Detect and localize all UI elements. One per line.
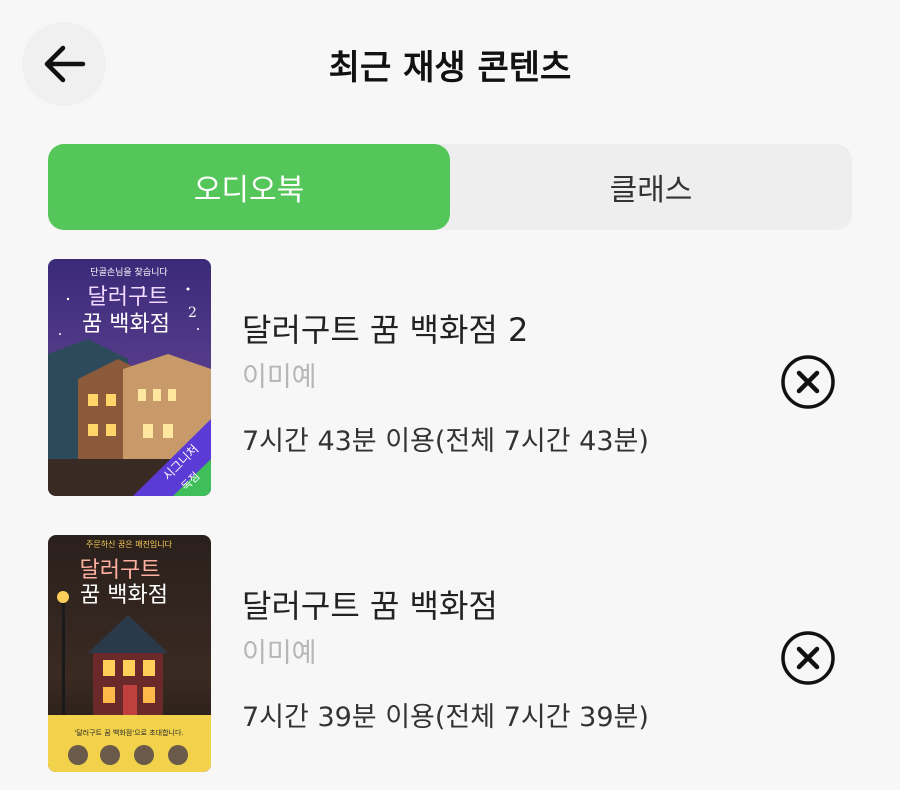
remove-button[interactable] <box>780 354 836 410</box>
book-cover[interactable]: 주문하신 꿈은 매진입니다 달러구트 꿈 백화점 '달러구트 꿈 백화점'으로 … <box>48 535 211 772</box>
book-title: 달러구트 꿈 백화점 <box>242 587 498 625</box>
page-title: 최근 재생 콘텐츠 <box>328 48 572 88</box>
cover-banner: '달러구트 꿈 백화점'으로 초대합니다. <box>74 728 183 737</box>
item-info: 달러구트 꿈 백화점 2 이미예 7시간 43분 이용(전체 7시간 43분) <box>242 259 762 496</box>
cover-tagline: 주문하신 꿈은 매진입니다 <box>86 539 173 549</box>
book-author: 이미예 <box>242 362 317 393</box>
list-item[interactable]: 주문하신 꿈은 매진입니다 달러구트 꿈 백화점 '달러구트 꿈 백화점'으로 … <box>0 535 900 775</box>
play-usage: 7시간 39분 이용(전체 7시간 39분) <box>242 702 649 733</box>
cover-title-line1: 달러구트 <box>80 558 161 583</box>
cover-tagline: 단골손님을 찾습니다 <box>90 267 168 278</box>
book-cover-art: 단골손님을 찾습니다 달러구트 꿈 백화점 2 시그니처 독점 <box>48 259 211 496</box>
tab-audiobook[interactable]: 오디오북 <box>48 144 450 230</box>
header: 최근 재생 콘텐츠 <box>0 0 900 125</box>
close-circle-icon <box>781 355 835 409</box>
book-cover-art: 주문하신 꿈은 매진입니다 달러구트 꿈 백화점 '달러구트 꿈 백화점'으로 … <box>48 535 211 772</box>
book-title: 달러구트 꿈 백화점 2 <box>242 311 529 349</box>
play-usage: 7시간 43분 이용(전체 7시간 43분) <box>242 426 649 457</box>
book-author: 이미예 <box>242 638 317 669</box>
cover-title-line2: 꿈 백화점 <box>80 583 168 608</box>
tab-class[interactable]: 클래스 <box>450 144 852 230</box>
cover-title-line1: 달러구트 <box>88 285 169 310</box>
book-cover[interactable]: 단골손님을 찾습니다 달러구트 꿈 백화점 2 시그니처 독점 <box>48 259 211 496</box>
remove-button[interactable] <box>780 630 836 686</box>
item-info: 달러구트 꿈 백화점 이미예 7시간 39분 이용(전체 7시간 39분) <box>242 535 762 772</box>
cover-volume: 2 <box>188 305 197 321</box>
close-circle-icon <box>781 631 835 685</box>
cover-title-line2: 꿈 백화점 <box>82 312 170 337</box>
list-item[interactable]: 단골손님을 찾습니다 달러구트 꿈 백화점 2 시그니처 독점 달러구트 꿈 백… <box>0 259 900 499</box>
tab-bar: 오디오북 클래스 <box>48 144 852 230</box>
